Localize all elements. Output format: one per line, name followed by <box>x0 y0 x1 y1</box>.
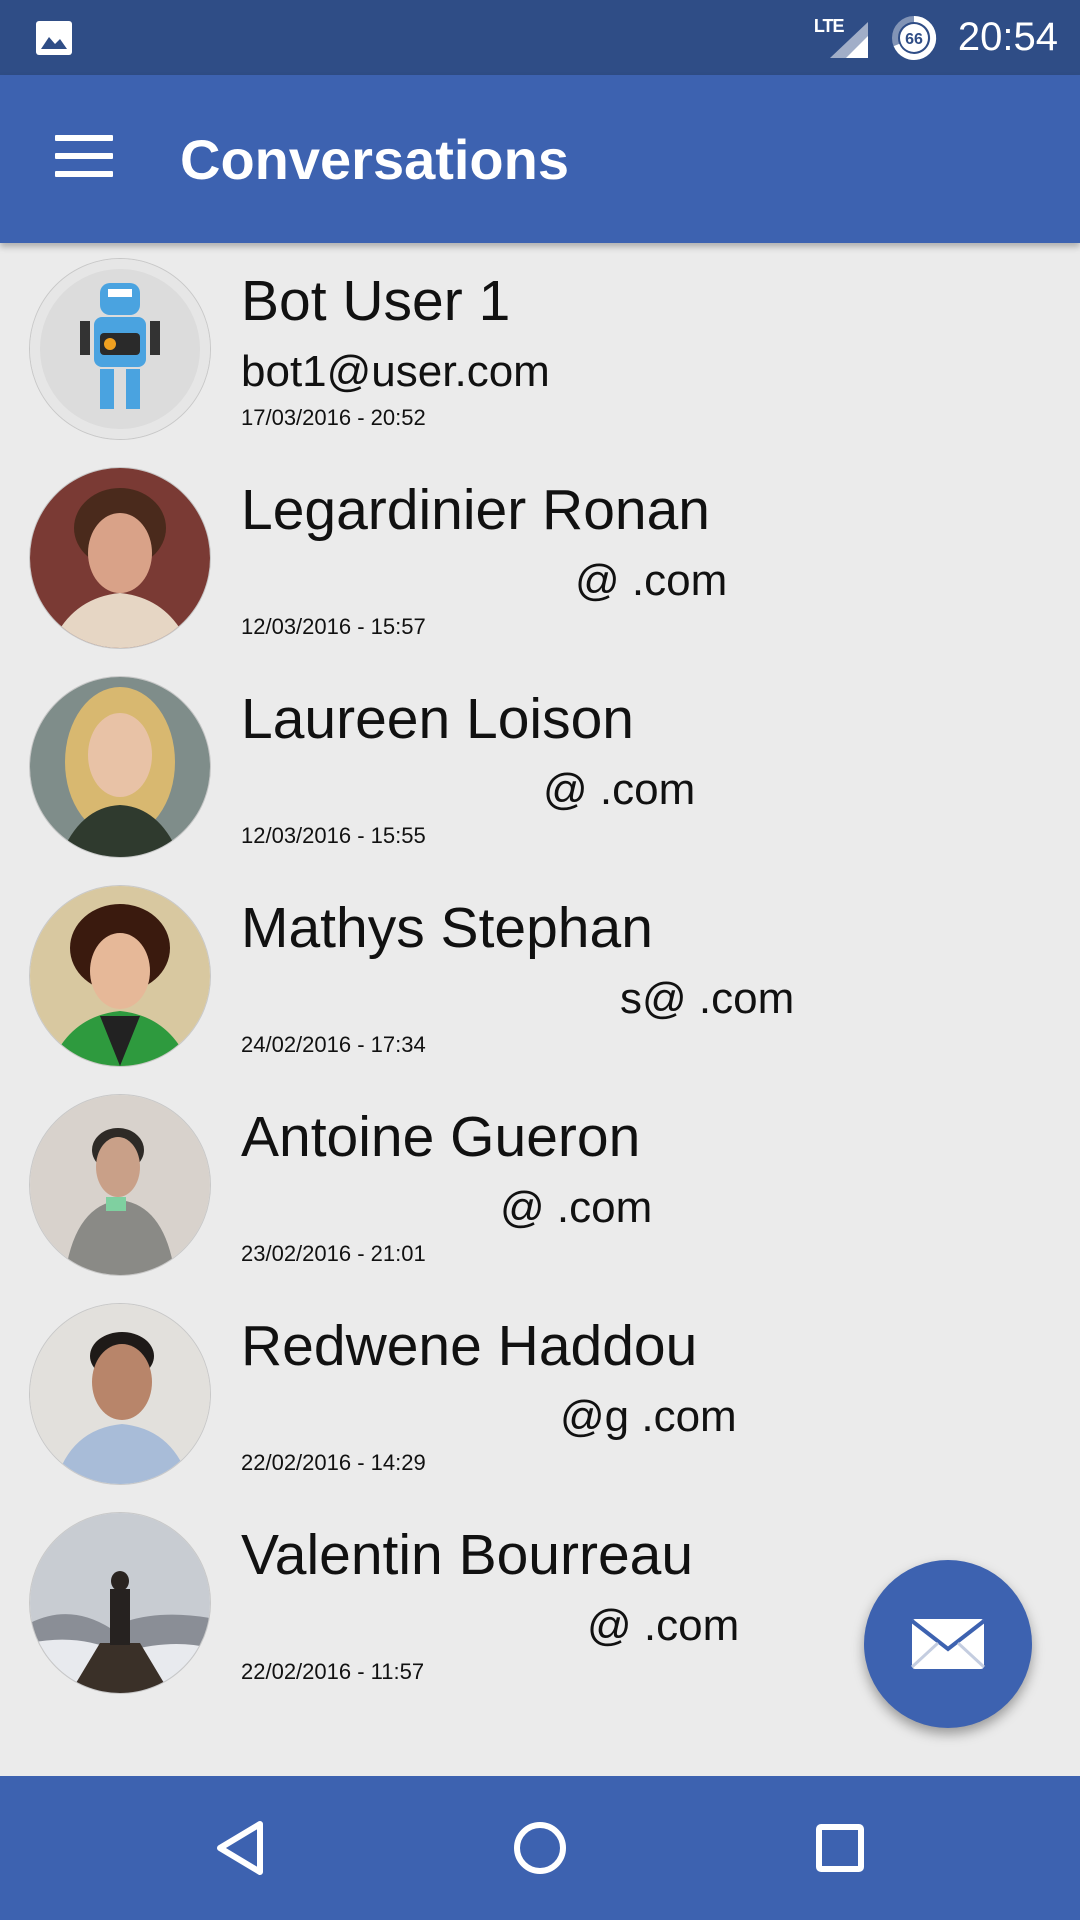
contact-email: @ .com <box>587 1601 740 1650</box>
system-nav-bar <box>0 1776 1080 1920</box>
network-type: LTE <box>813 15 845 36</box>
conversation-date: 17/03/2016 - 20:52 <box>241 405 426 430</box>
compose-button[interactable] <box>864 1560 1032 1728</box>
contact-name: Antoine Gueron <box>241 1105 641 1169</box>
menu-icon[interactable] <box>40 120 128 192</box>
battery-level: 66 <box>905 31 923 48</box>
conversation-row[interactable]: Redwene Haddou @g .com 22/02/2016 - 14:2… <box>0 1288 1080 1497</box>
conversation-list: Bot User 1 bot1@user.com 17/03/2016 - 20… <box>0 243 1080 1706</box>
avatar <box>29 1512 211 1694</box>
contact-email: @ .com <box>543 765 696 814</box>
signal-icon: LTE <box>814 16 870 60</box>
avatar <box>29 885 211 1067</box>
contact-email: @ .com <box>500 1183 653 1232</box>
status-time: 20:54 <box>957 15 1058 59</box>
conversation-row[interactable]: Antoine Gueron @ .com 23/02/2016 - 21:01 <box>0 1079 1080 1288</box>
contact-email: bot1@user.com <box>241 347 550 396</box>
contact-email: @ .com <box>575 556 728 605</box>
recents-square-icon <box>816 1824 864 1872</box>
conversation-date: 12/03/2016 - 15:57 <box>241 614 426 639</box>
conversation-date: 12/03/2016 - 15:55 <box>241 823 426 848</box>
status-bar: LTE 66 20:54 <box>0 0 1080 75</box>
conversation-date: 24/02/2016 - 17:34 <box>241 1032 426 1057</box>
contact-email: @g .com <box>560 1392 737 1441</box>
image-icon <box>35 20 73 56</box>
home-circle-icon <box>514 1822 566 1874</box>
contact-name: Redwene Haddou <box>241 1314 698 1378</box>
contact-name: Bot User 1 <box>241 269 511 333</box>
contact-name: Mathys Stephan <box>241 896 653 960</box>
recents-button[interactable] <box>800 1808 880 1888</box>
conversation-row[interactable]: Bot User 1 bot1@user.com 17/03/2016 - 20… <box>0 243 1080 452</box>
conversation-date: 23/02/2016 - 21:01 <box>241 1241 426 1266</box>
contact-name: Valentin Bourreau <box>241 1523 694 1587</box>
avatar <box>29 676 211 858</box>
avatar <box>29 258 211 440</box>
app-bar: Conversations <box>0 75 1080 243</box>
back-button[interactable] <box>200 1808 280 1888</box>
conversation-date: 22/02/2016 - 14:29 <box>241 1450 426 1475</box>
envelope-icon <box>910 1619 986 1669</box>
conversation-date: 22/02/2016 - 11:57 <box>241 1659 425 1684</box>
avatar <box>29 1094 211 1276</box>
avatar <box>29 1303 211 1485</box>
home-button[interactable] <box>500 1808 580 1888</box>
back-triangle-icon <box>217 1821 263 1875</box>
avatar <box>29 467 211 649</box>
page-title: Conversations <box>180 128 569 191</box>
contact-email: s@ .com <box>620 974 795 1023</box>
conversation-row[interactable]: Mathys Stephan s@ .com 24/02/2016 - 17:3… <box>0 870 1080 1079</box>
contact-name: Legardinier Ronan <box>241 478 710 542</box>
conversation-row[interactable]: Laureen Loison @ .com 12/03/2016 - 15:55 <box>0 661 1080 870</box>
conversation-row[interactable]: Legardinier Ronan @ .com 12/03/2016 - 15… <box>0 452 1080 661</box>
contact-name: Laureen Loison <box>241 687 634 751</box>
battery-icon: 66 <box>890 14 938 62</box>
